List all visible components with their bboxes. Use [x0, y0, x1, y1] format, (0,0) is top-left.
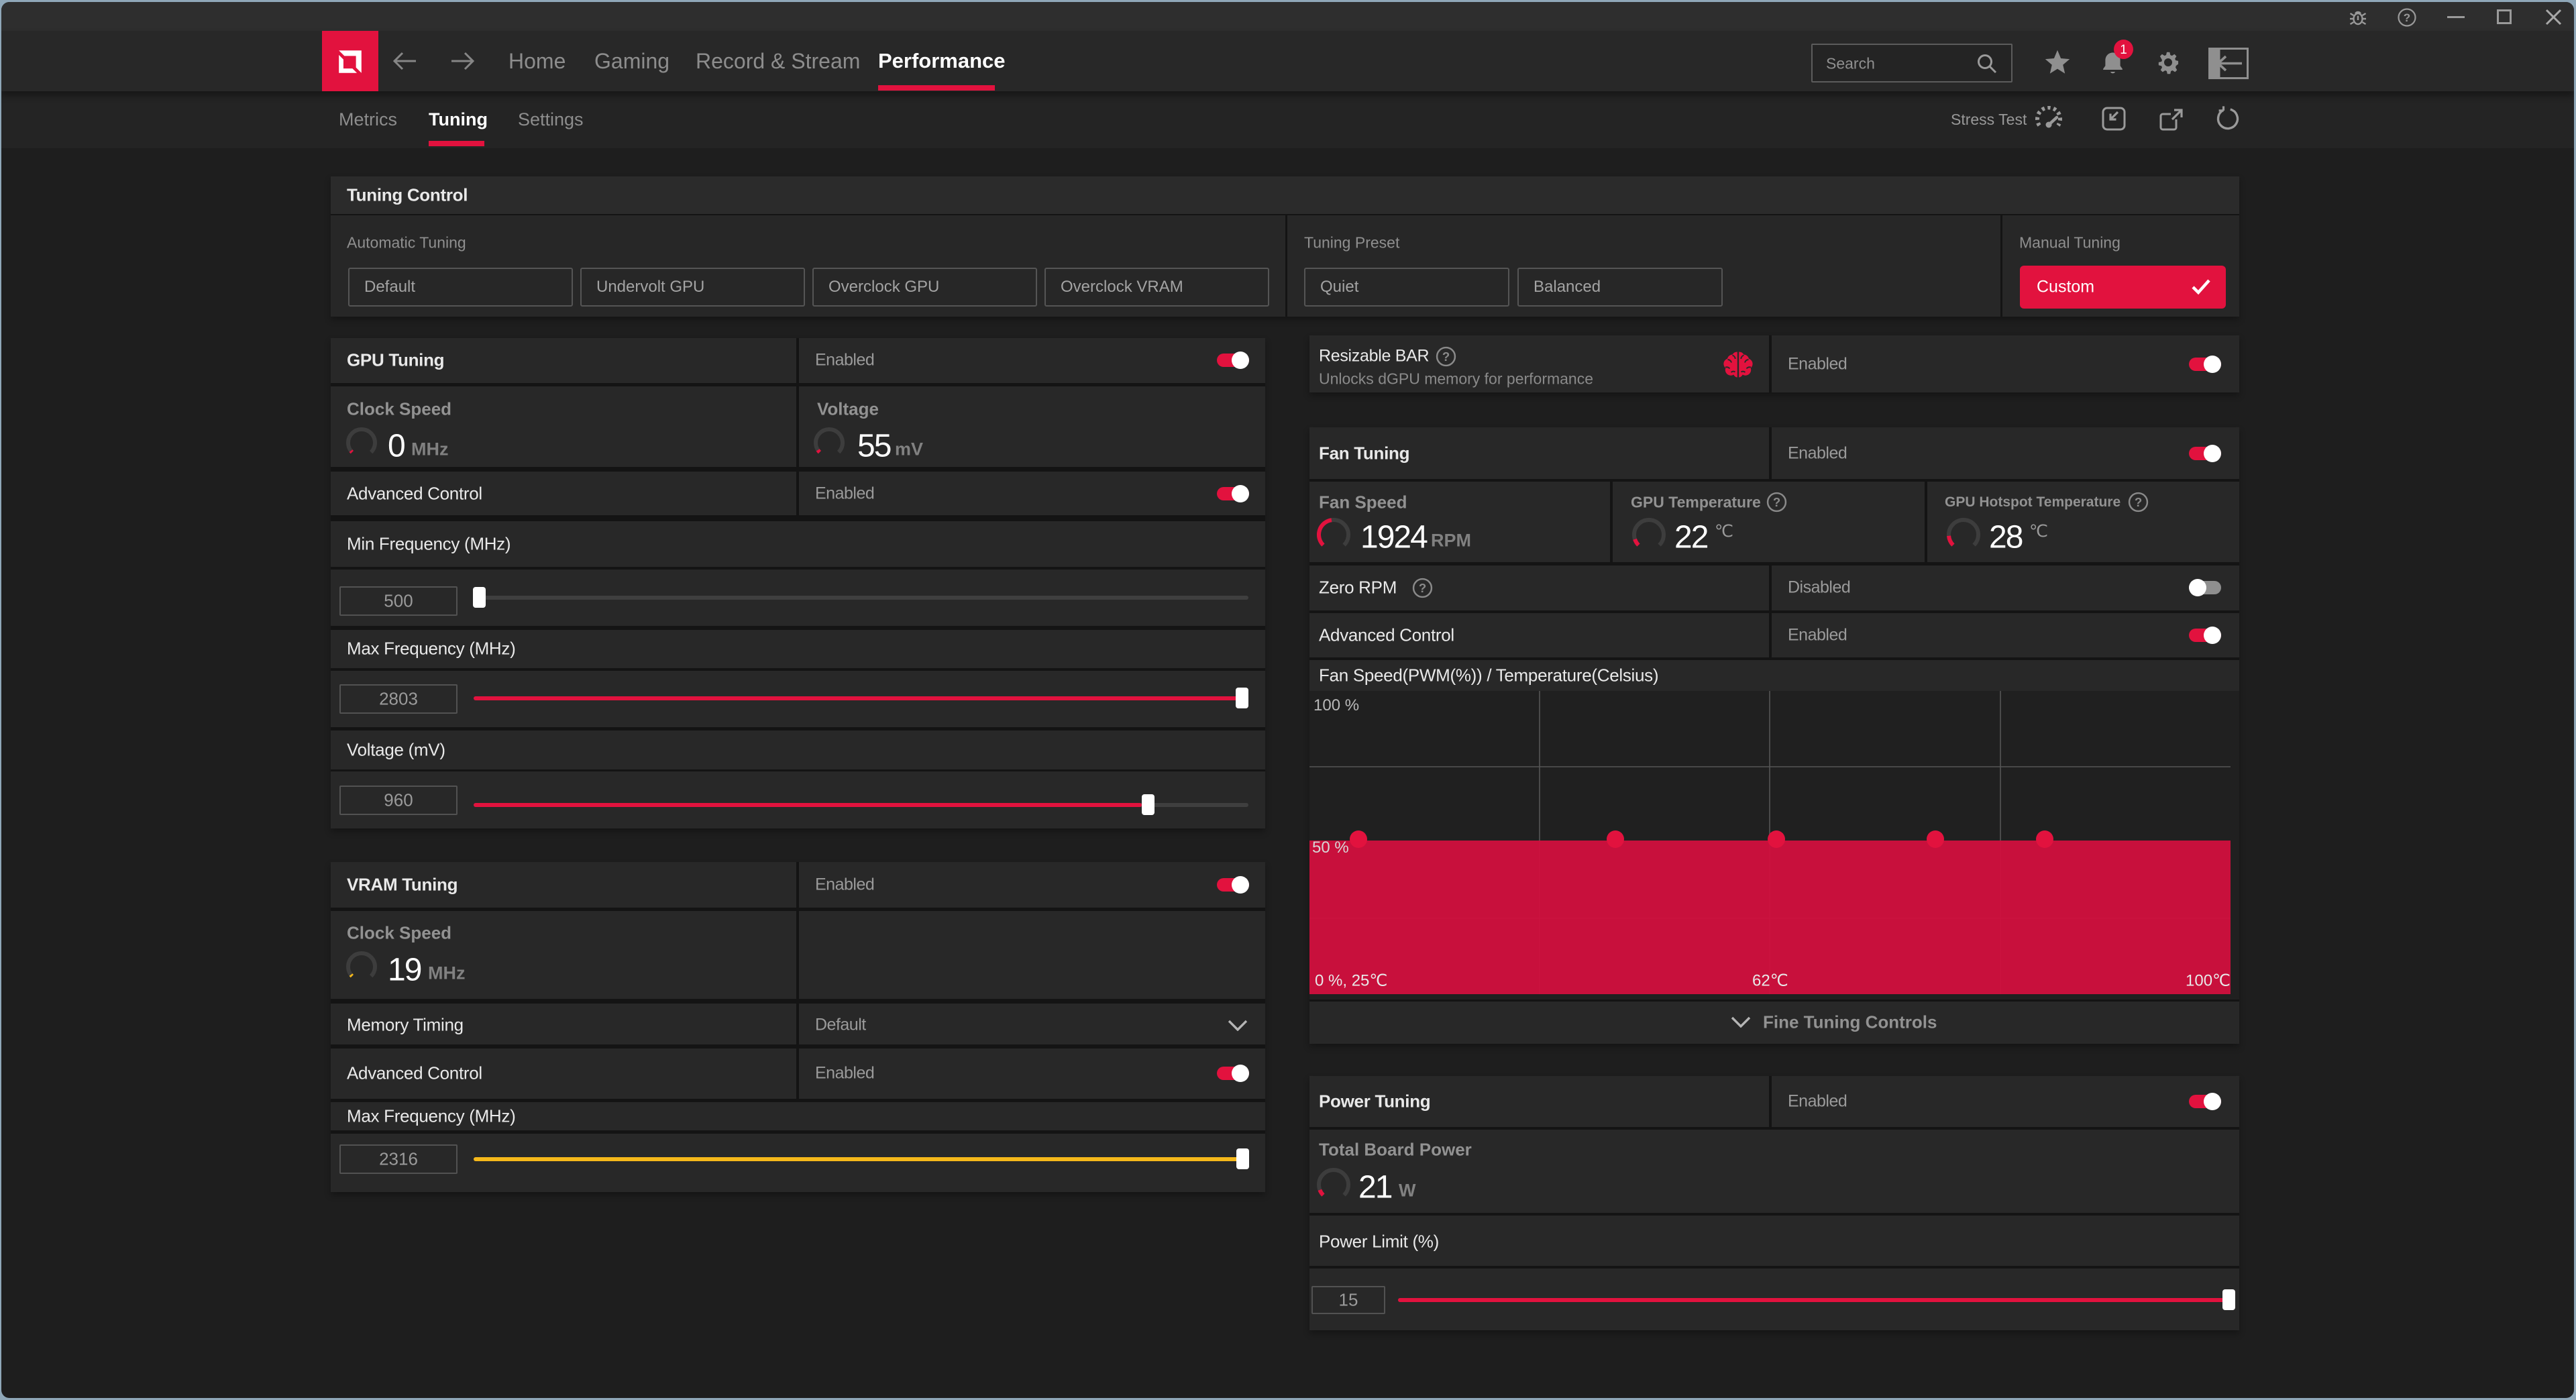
svg-text:?: ?	[1442, 349, 1450, 364]
svg-text:?: ?	[2404, 11, 2410, 24]
svg-text:?: ?	[2135, 495, 2142, 509]
svg-text:?: ?	[1419, 581, 1426, 595]
svg-text:?: ?	[1773, 495, 1780, 509]
